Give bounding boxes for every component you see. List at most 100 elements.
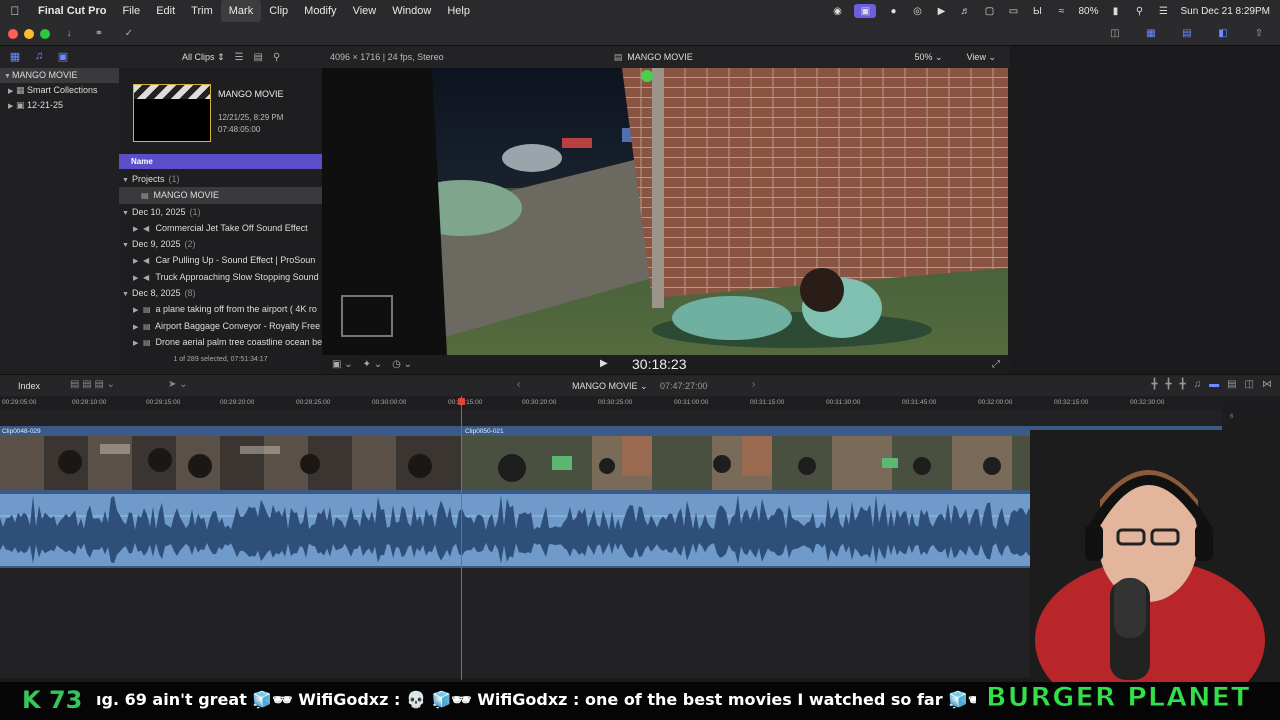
disclosure-closed-icon[interactable]: ▶ [8,84,16,99]
sidebar-item-smart-collections[interactable]: ▶ ▦ Smart Collections [0,83,119,98]
share-workspace-icon[interactable]: ◫ [1104,26,1126,42]
share-icon[interactable]: ⇧ [1248,26,1270,42]
menu-file[interactable]: File [114,0,148,22]
clock[interactable]: Sun Dec 21 8:29PM [1181,6,1271,17]
clip-appearance-icon[interactable]: ▤ [1227,379,1236,390]
disclosure-open-icon[interactable]: ▼ [122,206,132,220]
background-tasks-icon[interactable]: ✓ [118,26,140,42]
timeline-tools-icon[interactable]: ▤ ▤ ▤ ⌄ [70,379,115,390]
browser-search-icon[interactable]: ⚲ [273,52,280,63]
list-item[interactable]: ▶ ◀ Commercial Jet Take Off Sound Effect [119,220,322,236]
list-item[interactable]: ▤ MANGO MOVIE [119,187,322,204]
wifi-icon[interactable]: ≈ [1054,5,1068,17]
timeline-project-dropdown[interactable]: MANGO MOVIE ⌄ [572,381,648,392]
import-icon[interactable]: ↓ [58,26,80,42]
libraries-icon[interactable]: ▦ [6,50,24,64]
playhead-handle[interactable] [458,398,465,405]
globe-icon[interactable]: ◎ [910,5,924,17]
list-view-icon[interactable]: ☰ [235,52,244,63]
enhance-icon[interactable]: ✦ ⌄ [363,359,383,370]
disclosure-closed-icon[interactable]: ▶ [133,271,143,285]
fullscreen-window-button[interactable] [40,28,50,39]
menu-help[interactable]: Help [439,0,478,22]
back-arrow-icon[interactable]: ‹ [517,379,520,390]
zoom-to-fit-icon[interactable]: ╋ [1152,379,1158,390]
menu-clip[interactable]: Clip [261,0,296,22]
disclosure-closed-icon[interactable]: ▶ [133,303,143,317]
audio-skimming-icon[interactable]: ♫ [1194,379,1202,390]
list-group-dec8[interactable]: ▼ Dec 8, 2025 (8) [119,285,322,301]
list-group-dec9[interactable]: ▼ Dec 9, 2025 (2) [119,236,322,252]
list-item[interactable]: ▶ ▤ Drone aerial palm tree coastline ocea… [119,334,322,350]
sidebar-item-event[interactable]: ▶ ▣ 12-21-25 [0,98,119,113]
apple-menu-icon[interactable]:  [0,4,30,18]
menu-mark[interactable]: Mark [220,0,262,22]
play-circle-icon[interactable]: ▶ [934,5,948,17]
timecode-display[interactable]: 30:18:23 [632,356,687,372]
disclosure-open-icon[interactable]: ▼ [122,238,132,252]
transitions-browser-icon[interactable]: ⋈ [1262,379,1272,390]
disclosure-open-icon[interactable]: ▼ [4,69,12,84]
photos-audio-icon[interactable]: ♫ [30,50,48,64]
menu-view[interactable]: View [345,0,385,22]
clip-appearance-icon[interactable]: ▤ [254,52,263,63]
minimize-window-button[interactable] [24,28,34,39]
battery-icon[interactable]: ▮ [1109,5,1123,17]
menu-window[interactable]: Window [384,0,439,22]
screen-record-icon[interactable]: ▣ [854,4,877,18]
disclosure-closed-icon[interactable]: ▶ [133,254,143,268]
playhead[interactable] [461,396,462,680]
sidebar-item-library[interactable]: ▼MANGO MOVIE [0,68,119,83]
list-item[interactable]: ▶ ▤ a plane taking off from the airport (… [119,301,322,317]
list-item[interactable]: ▶ ◀ Truck Approaching Slow Stopping Sound [119,269,322,285]
snapping-icon[interactable]: ╋ [1166,379,1172,390]
index-button[interactable]: Index [18,381,40,391]
keywords-icon[interactable]: ⚭ [88,26,110,42]
bluetooth-icon[interactable]: Ы [1030,5,1044,17]
viewer-frame[interactable] [322,68,1008,355]
creative-cloud-icon[interactable]: ◉ [830,5,844,17]
menu-app[interactable]: Final Cut Pro [30,0,114,22]
transform-icon[interactable]: ▣ ⌄ [332,359,353,370]
solo-icon[interactable]: ▬ [1209,379,1219,390]
disclosure-closed-icon[interactable]: ▶ [133,222,143,236]
view-dropdown[interactable]: View ⌄ [967,52,996,63]
screen-mirror-icon[interactable]: ▭ [1006,5,1020,17]
circle-icon[interactable]: ● [886,5,900,17]
disclosure-closed-icon[interactable]: ▶ [133,320,143,334]
video-clip-2[interactable] [462,436,1036,490]
fullscreen-icon[interactable]: ⤢ [992,359,1000,370]
column-header-name[interactable]: Name [119,154,322,169]
list-item[interactable]: ▶ ▤ Airport Baggage Conveyor - Royalty Fr… [119,318,322,334]
select-tool-icon[interactable]: ➤ ⌄ [168,379,188,390]
list-group-dec10[interactable]: ▼ Dec 10, 2025 (1) [119,204,322,220]
inspector-toggle-icon[interactable]: ◧ [1212,26,1234,42]
disclosure-open-icon[interactable]: ▼ [122,173,132,187]
event-thumbnail[interactable] [133,84,211,142]
skimming-icon[interactable]: ╋ [1180,379,1186,390]
search-icon[interactable]: ⚲ [1133,5,1147,17]
timeline-toggle-icon[interactable]: ▤ [1176,26,1198,42]
clip-filter-dropdown[interactable]: All Clips ⇕ [182,52,225,63]
play-button[interactable]: ▶ [600,358,608,369]
video-clip-1[interactable] [0,436,461,490]
effects-browser-icon[interactable]: ◫ [1245,379,1254,390]
list-item[interactable]: ▶ ◀ Car Pulling Up - Sound Effect | ProSo… [119,252,322,268]
forward-arrow-icon[interactable]: › [752,379,755,390]
titles-generators-icon[interactable]: ▣ [54,50,72,64]
list-group-projects[interactable]: ▼ Projects (1) [119,171,322,187]
disclosure-closed-icon[interactable]: ▶ [133,336,143,350]
speed-icon[interactable]: ◷ ⌄ [392,359,412,370]
zoom-dropdown[interactable]: 50% ⌄ [915,52,943,63]
disclosure-closed-icon[interactable]: ▶ [8,99,16,114]
control-center-icon[interactable]: ☰ [1157,5,1171,17]
menu-edit[interactable]: Edit [148,0,183,22]
display-icon[interactable]: ▢ [982,5,996,17]
audio-waveform-track[interactable] [0,494,1050,566]
browser-toggle-icon[interactable]: ▦ [1140,26,1162,42]
volume-icon[interactable]: ♬ [958,5,972,17]
menu-trim[interactable]: Trim [183,0,221,22]
menu-modify[interactable]: Modify [296,0,344,22]
disclosure-open-icon[interactable]: ▼ [122,287,132,301]
close-window-button[interactable] [8,28,18,39]
